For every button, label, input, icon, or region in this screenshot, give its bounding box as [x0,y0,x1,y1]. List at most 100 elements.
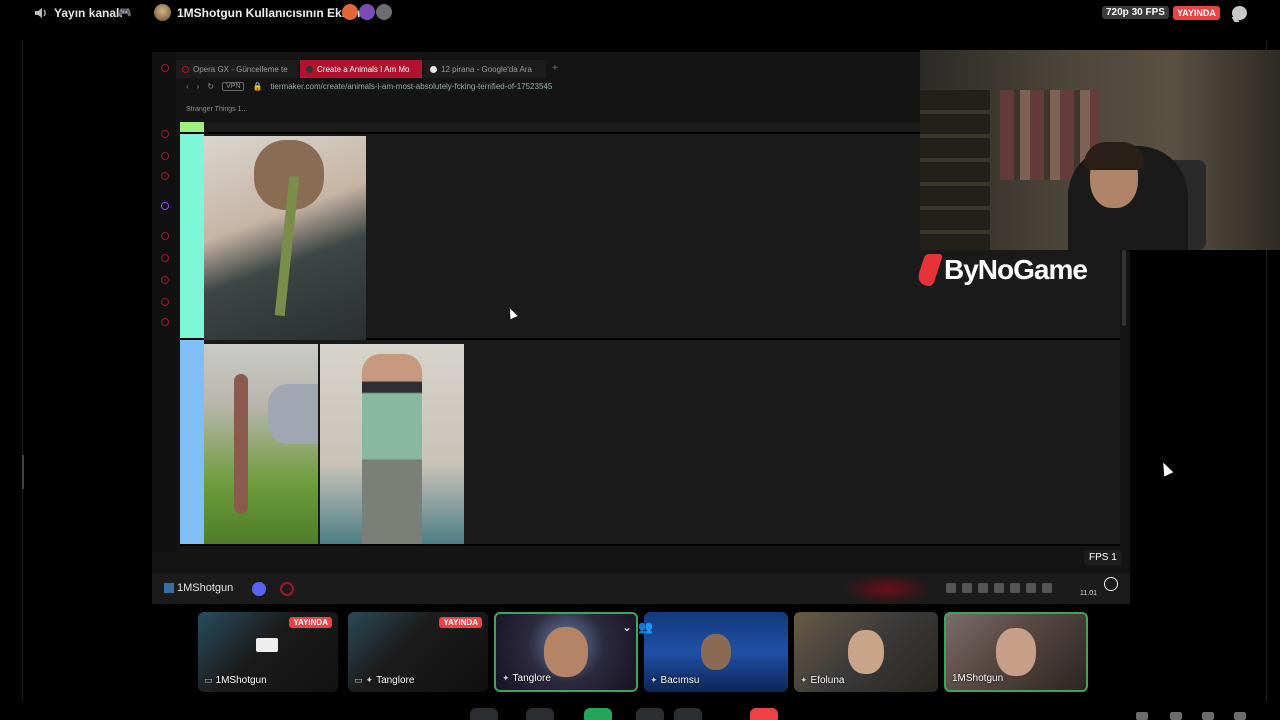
title-emojis [342,4,392,20]
browser-tab[interactable]: Opera GX - Güncelleme te [176,60,298,78]
soundboard-button[interactable] [674,708,702,720]
participant-name: ▭ ✦ Tanglore [354,675,414,686]
participant-tile-speaking[interactable]: 1MShotgun [944,612,1088,692]
participant-tile[interactable]: YAYINDA ▭ ✦ Tanglore [348,612,488,692]
fullscreen-icon[interactable] [1234,712,1246,720]
tray-icon[interactable] [962,583,972,593]
browser-tab[interactable]: 12 pirana - Google'da Ara [424,60,546,78]
browser-tab-active[interactable]: Create a Animals I Am Mo [300,60,422,78]
participant-face [848,630,884,674]
live-badge: YAYINDA [439,617,482,628]
participant-face [701,634,731,670]
taskbar-glow [842,574,932,604]
streamer-hair [1084,142,1144,170]
volume-icon[interactable] [1026,583,1036,593]
top-bar: Yayın kanalı 🎮 1MShotgun Kullanıcısının … [0,0,1280,26]
vpn-badge[interactable]: VPN [222,82,245,91]
channel-name[interactable]: Yayın kanalı [54,6,123,20]
participant-name: 1MShotgun [952,673,1003,684]
popout-icon[interactable] [1202,712,1214,720]
screen-icon: ▭ [204,675,213,685]
participant-tile-speaking[interactable]: ✦ Tanglore [494,612,638,692]
activity-button[interactable] [636,708,664,720]
sidebar-icon [161,130,169,138]
speaker-icon [35,8,46,18]
tier-row[interactable] [180,340,1120,546]
participant-tile[interactable]: ✦ Efoluna [794,612,938,692]
bookshelf [920,90,990,250]
battery-icon[interactable] [1042,583,1052,593]
live-badge: YAYINDA [289,617,332,628]
sidebar-icon [161,232,169,240]
mic-icon[interactable] [994,583,1004,593]
disconnect-button[interactable] [750,708,778,720]
tray-icon[interactable] [978,583,988,593]
tab-label: 12 pirana - Google'da Ara [441,65,532,74]
participant-name: ✦ Bacımsu [650,675,699,686]
sidebar-icon [161,298,169,306]
tab-favicon-icon [306,66,313,73]
emoji-icon [342,4,358,20]
sidebar-icon [161,172,169,180]
mute-icon: ✦ [800,675,808,685]
participant-label: Efoluna [810,675,845,686]
sidebar-icon [161,276,169,284]
hand-shape [268,384,318,444]
lock-icon: 🔒 [252,82,263,91]
tier-label [180,134,204,338]
scrollbar[interactable] [1122,250,1126,326]
tier-item-image[interactable] [204,344,318,544]
screen-share-button[interactable] [584,708,612,720]
wifi-icon[interactable] [1010,583,1020,593]
filter-icon[interactable] [1170,712,1182,720]
camera-button[interactable] [526,708,554,720]
person-shape [362,354,422,544]
new-tab-icon[interactable]: + [548,60,562,78]
twitch-icon [161,202,169,210]
fps-counter: FPS 1 [1084,550,1122,565]
gamepad-icon: 🎮 [118,7,132,19]
opera-icon [182,66,189,73]
forward-icon[interactable]: › [197,82,200,91]
stream-title: 1MShotgun Kullanıcısının Ekranı [177,6,364,20]
live-badge: YAYINDA [1173,6,1220,20]
tab-label: Opera GX - Güncelleme te [193,65,288,74]
bynogame-icon [914,254,944,286]
mouse-cursor-icon [1158,460,1174,477]
opera-icon[interactable] [280,582,294,596]
mute-icon: ✦ [365,675,374,685]
chevron-down-icon[interactable]: ⌄ [622,620,632,638]
chevron-up-icon[interactable] [946,583,956,593]
people-icon[interactable]: 👥 [638,620,653,638]
chat-icon[interactable] [1232,6,1247,20]
reload-icon[interactable]: ↻ [207,82,214,91]
zoom-icon[interactable] [1104,577,1118,591]
participants-toggle[interactable]: ⌄ 👥 [622,620,662,638]
participant-label: 1MShotgun [215,675,267,686]
tab-label: Create a Animals I Am Mo [317,65,410,74]
participant-tile[interactable]: YAYINDA ▭ 1MShotgun [198,612,338,692]
taskbar-user[interactable]: 1MShotgun [164,582,233,594]
system-tray [946,583,1052,593]
discord-icon[interactable] [252,582,266,596]
sidebar-icon [161,64,169,72]
taskbar-clock: 11.01 [1080,590,1097,597]
volume-icon[interactable] [1136,712,1148,720]
participant-name: ▭ 1MShotgun [204,675,267,686]
participant-tile[interactable]: ✦ Bacımsu [644,612,788,692]
back-icon[interactable]: ‹ [186,82,189,91]
webcam-overlay [920,50,1280,250]
participant-face [544,627,588,677]
sidebar-icon [161,254,169,262]
streamer-avatar[interactable] [154,4,171,21]
tier-item-image[interactable] [204,136,366,340]
divider [22,40,23,700]
emoji-icon [376,4,392,20]
mic-button[interactable] [470,708,498,720]
participant-name: ✦ Tanglore [502,673,551,684]
bookmark-item[interactable]: Stranger Things 1... [186,106,247,113]
sponsor-logo: ByNoGame [914,250,1088,290]
url-field[interactable]: tiermaker.com/create/animals-i-am-most-a… [270,82,552,91]
tier-item-image[interactable] [320,344,464,544]
resize-handle[interactable] [22,455,24,489]
